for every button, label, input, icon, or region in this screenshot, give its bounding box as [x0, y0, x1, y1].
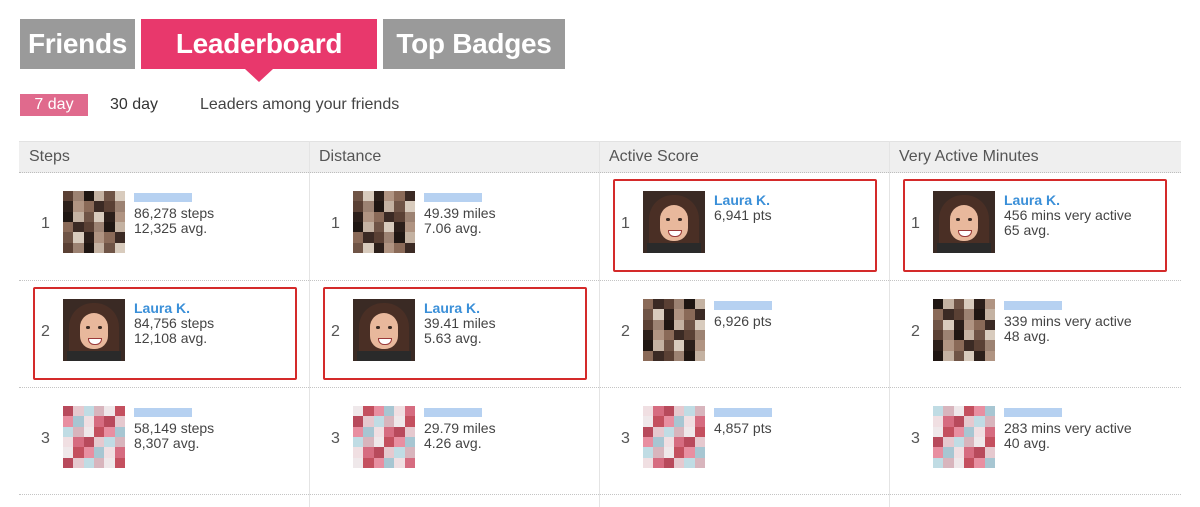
avatar-pixelated	[643, 299, 705, 361]
column-header-active-score: Active Score	[609, 148, 699, 165]
leaders-note: Leaders among your friends	[200, 96, 400, 113]
highlight-box	[613, 179, 877, 272]
very-active-minutes-total: 283 mins very active	[1004, 420, 1132, 436]
tab-friends[interactable]: Friends	[20, 19, 135, 69]
blurred-name	[1004, 301, 1062, 310]
tab-bar: Friends Leaderboard Top Badges	[20, 19, 571, 82]
steps-entry-1[interactable]: 1 86,278 steps 12,325 avg.	[19, 173, 309, 278]
highlight-box	[903, 179, 1167, 272]
blurred-name	[134, 408, 192, 417]
column-header-steps: Steps	[29, 148, 70, 165]
period-7-day[interactable]: 7 day	[20, 94, 88, 116]
distance-average: 4.26 avg.	[424, 435, 482, 451]
very-active-minutes-total: 339 mins very active	[1004, 313, 1132, 329]
very-active-entry-3[interactable]: 3 283 mins very active 40 avg.	[889, 388, 1179, 493]
steps-total: 58,149 steps	[134, 420, 215, 436]
blurred-name	[1004, 408, 1062, 417]
avatar-pixelated	[933, 299, 995, 361]
rank-number: 3	[331, 430, 340, 447]
rank-number: 2	[621, 323, 630, 340]
avatar-pixelated	[63, 191, 125, 253]
avatar-pixelated	[933, 406, 995, 468]
active-score-points: 6,926 pts	[714, 313, 772, 329]
avatar-pixelated	[643, 406, 705, 468]
row-divider	[19, 494, 1181, 495]
tab-top-badges[interactable]: Top Badges	[383, 19, 565, 69]
rank-number: 1	[41, 215, 50, 232]
steps-average: 12,325 avg.	[134, 220, 208, 236]
steps-entry-3[interactable]: 3 58,149 steps 8,307 avg.	[19, 388, 309, 493]
very-active-minutes-average: 48 avg.	[1004, 328, 1050, 344]
avatar-pixelated	[63, 406, 125, 468]
rank-number: 3	[911, 430, 920, 447]
leaderboard-table: Steps Distance Active Score Very Active …	[19, 141, 1181, 507]
distance-total: 29.79 miles	[424, 420, 496, 436]
blurred-name	[424, 408, 482, 417]
active-score-entry-3[interactable]: 3 4,857 pts	[599, 388, 889, 493]
period-30-day[interactable]: 30 day	[110, 94, 158, 116]
rank-number: 2	[911, 323, 920, 340]
steps-total: 86,278 steps	[134, 205, 215, 221]
tab-leaderboard[interactable]: Leaderboard	[141, 19, 377, 82]
rank-number: 3	[41, 430, 50, 447]
column-header-distance: Distance	[319, 148, 382, 165]
table-header: Steps Distance Active Score Very Active …	[19, 141, 1181, 173]
distance-average: 7.06 avg.	[424, 220, 482, 236]
rank-number: 1	[331, 215, 340, 232]
highlight-box	[33, 287, 297, 380]
highlight-box	[323, 287, 587, 380]
very-active-minutes-average: 40 avg.	[1004, 435, 1050, 451]
distance-entry-1[interactable]: 1 49.39 miles 7.06 avg.	[309, 173, 599, 278]
active-score-points: 4,857 pts	[714, 420, 772, 436]
steps-average: 8,307 avg.	[134, 435, 200, 451]
avatar-pixelated	[353, 191, 415, 253]
blurred-name	[714, 408, 772, 417]
distance-total: 49.39 miles	[424, 205, 496, 221]
avatar-pixelated	[353, 406, 415, 468]
blurred-name	[424, 193, 482, 202]
blurred-name	[714, 301, 772, 310]
active-score-entry-2[interactable]: 2 6,926 pts	[599, 281, 889, 386]
column-header-very-active-minutes: Very Active Minutes	[899, 148, 1039, 165]
distance-entry-3[interactable]: 3 29.79 miles 4.26 avg.	[309, 388, 599, 493]
rank-number: 3	[621, 430, 630, 447]
very-active-entry-2[interactable]: 2 339 mins very active 48 avg.	[889, 281, 1179, 386]
blurred-name	[134, 193, 192, 202]
